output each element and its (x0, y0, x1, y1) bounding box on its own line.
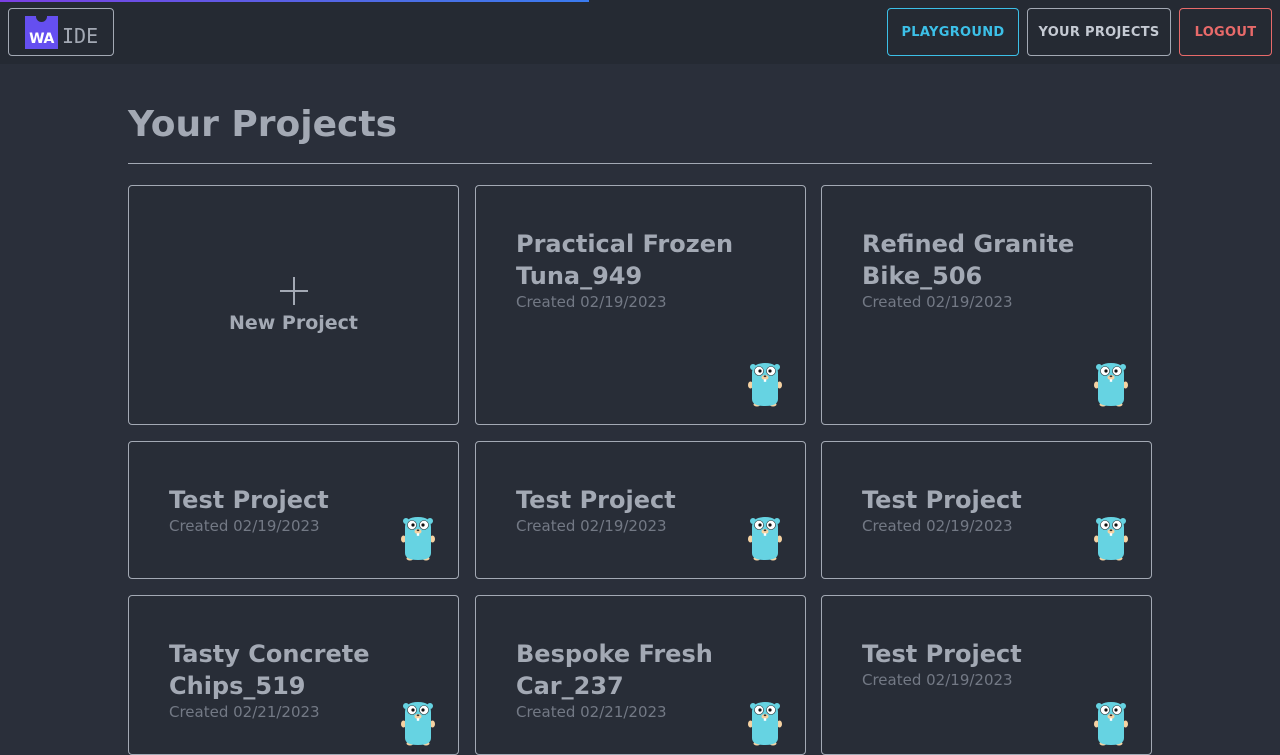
project-name: Test Project (516, 486, 676, 514)
project-card[interactable]: Test Project Created 02/19/2023 (821, 441, 1152, 579)
project-created-date: Created 02/19/2023 (862, 293, 1013, 311)
project-created-date: Created 02/19/2023 (862, 671, 1013, 689)
playground-button[interactable]: PLAYGROUND (887, 8, 1019, 56)
project-created-date: Created 02/19/2023 (516, 293, 667, 311)
project-card[interactable]: Tasty Concrete Chips_519 Created 02/21/2… (128, 595, 459, 755)
gopher-icon (1094, 516, 1128, 561)
project-card[interactable]: Practical Frozen Tuna_949 Created 02/19/… (475, 185, 806, 425)
gopher-icon (401, 701, 435, 746)
gopher-icon (748, 362, 782, 407)
page-title: Your Projects (128, 104, 398, 145)
project-card[interactable]: Test Project Created 02/19/2023 (475, 441, 806, 579)
project-card[interactable]: Test Project Created 02/19/2023 (821, 595, 1152, 755)
loading-progress-bar (0, 0, 589, 2)
logo-mark-text: WA (29, 31, 54, 47)
project-created-date: Created 02/21/2023 (169, 703, 320, 721)
webassembly-logo-icon: WA (25, 16, 58, 49)
project-name: Practical Frozen Tuna_949 (516, 230, 734, 290)
project-created-date: Created 02/19/2023 (169, 517, 320, 535)
app-logo[interactable]: WA IDE (8, 8, 114, 56)
project-name: Test Project (862, 486, 1022, 514)
logo-text: IDE (62, 24, 99, 48)
project-name: Refined Granite Bike_506 (862, 230, 1075, 290)
gopher-icon (748, 701, 782, 746)
plus-icon (280, 277, 308, 305)
title-divider (128, 163, 1152, 164)
project-card[interactable]: Refined Granite Bike_506 Created 02/19/2… (821, 185, 1152, 425)
gopher-icon (748, 516, 782, 561)
gopher-icon (1094, 362, 1128, 407)
project-name: Test Project (862, 640, 1022, 668)
project-created-date: Created 02/19/2023 (862, 517, 1013, 535)
your-projects-button[interactable]: YOUR PROJECTS (1027, 8, 1171, 56)
gopher-icon (401, 516, 435, 561)
logout-button[interactable]: LOGOUT (1179, 8, 1272, 56)
project-name: Tasty Concrete Chips_519 (169, 640, 370, 700)
project-name: Test Project (169, 486, 329, 514)
top-bar: WA IDE PLAYGROUND YOUR PROJECTS LOGOUT (0, 0, 1280, 64)
project-created-date: Created 02/21/2023 (516, 703, 667, 721)
project-card[interactable]: Bespoke Fresh Car_237 Created 02/21/2023 (475, 595, 806, 755)
project-name: Bespoke Fresh Car_237 (516, 640, 713, 700)
project-card[interactable]: Test Project Created 02/19/2023 (128, 441, 459, 579)
new-project-card[interactable]: New Project (128, 185, 459, 425)
project-created-date: Created 02/19/2023 (516, 517, 667, 535)
gopher-icon (1094, 701, 1128, 746)
new-project-label: New Project (228, 312, 359, 334)
